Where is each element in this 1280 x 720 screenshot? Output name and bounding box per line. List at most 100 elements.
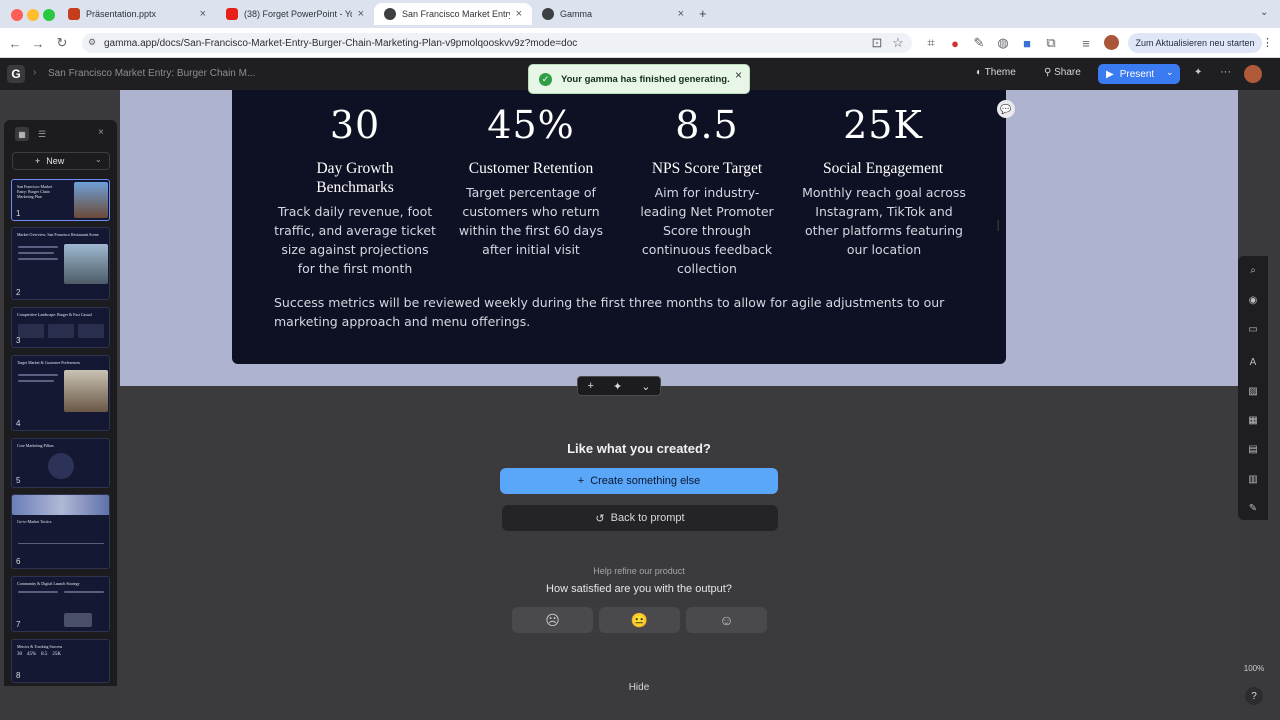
- theme-button[interactable]: ◐ Theme: [976, 67, 1016, 78]
- forward-arrow-icon[interactable]: →: [29, 34, 47, 52]
- close-tab-icon[interactable]: ×: [678, 8, 684, 20]
- canvas-lower-background: [120, 386, 1238, 720]
- zoom-level[interactable]: 100%: [1240, 664, 1268, 676]
- install-app-icon[interactable]: ⊡: [868, 34, 886, 52]
- neutral-face-button[interactable]: 😐: [599, 607, 680, 633]
- feedback-heading: Like what you created?: [567, 441, 711, 456]
- close-window-button[interactable]: [11, 9, 23, 21]
- update-restart-button[interactable]: Zum Aktualisieren neu starten: [1128, 33, 1262, 53]
- extensions-puzzle-icon[interactable]: ⧉: [1042, 34, 1060, 52]
- youtube-icon: [226, 8, 238, 20]
- metric-description: Monthly reach goal across Instagram, Tik…: [802, 185, 966, 257]
- history-icon: ↺: [595, 512, 605, 525]
- slide-thumbnail[interactable]: Core Marketing Pillars 5: [11, 438, 110, 488]
- sad-face-icon: ☹: [545, 611, 560, 628]
- list-view-icon[interactable]: ☰: [35, 127, 49, 141]
- timeline-line: [18, 543, 104, 544]
- metric-value: 8.5: [675, 103, 739, 147]
- table-icon[interactable]: ▦: [1246, 413, 1260, 427]
- text-line: [18, 246, 58, 248]
- slide-thumbnail[interactable]: Competitive Landscape: Burger & Fast Cas…: [11, 307, 110, 348]
- search-icon[interactable]: ⌕: [1246, 263, 1260, 277]
- create-something-else-button[interactable]: + Create something else: [500, 468, 778, 494]
- address-bar[interactable]: ⚙ gamma.app/docs/San-Francisco-Market-En…: [82, 33, 912, 53]
- metric-title: NPS Score Target: [651, 160, 763, 177]
- close-tab-icon[interactable]: ×: [200, 8, 206, 20]
- profile-avatar[interactable]: [1104, 35, 1119, 50]
- maximize-window-button[interactable]: [43, 9, 55, 21]
- metric-description: Aim for industry-leading Net Promoter Sc…: [640, 185, 774, 276]
- slide-thumbnail[interactable]: Metrics & Tracking Success 30 45% 8.5 25…: [11, 639, 110, 683]
- slide-thumbnail[interactable]: Go-to-Market Tactics 6: [11, 494, 110, 569]
- grid-view-icon[interactable]: ▦: [15, 127, 29, 141]
- happy-face-button[interactable]: ☺: [686, 607, 767, 633]
- slide-graphic: [48, 453, 74, 479]
- back-to-prompt-button[interactable]: ↺ Back to prompt: [502, 505, 778, 531]
- translate-extension-icon[interactable]: ◍: [994, 34, 1012, 52]
- slide-summary-text[interactable]: Success metrics will be reviewed weekly …: [274, 293, 974, 331]
- slide-thumbnail[interactable]: Community & Digital Launch Strategy 7: [11, 576, 110, 632]
- metric-title: Day Growth Benchmarks: [316, 160, 394, 196]
- more-options-icon[interactable]: ···: [1220, 66, 1231, 78]
- embed-icon[interactable]: ▤: [1246, 442, 1260, 456]
- metric-value: 30: [329, 103, 381, 147]
- card-layout-icon[interactable]: ▭: [1246, 322, 1260, 336]
- close-tab-icon[interactable]: ×: [358, 8, 364, 20]
- browser-tab-gamma-doc[interactable]: San Francisco Market Entry: B ×: [374, 3, 532, 25]
- text-line: [64, 591, 104, 593]
- text-style-icon[interactable]: A: [1246, 355, 1260, 369]
- slide-thumbnail[interactable]: San Francisco Market Entry: Burger Chain…: [11, 179, 110, 221]
- close-sidebar-icon[interactable]: ×: [98, 127, 104, 138]
- powerpoint-icon: [68, 8, 80, 20]
- back-arrow-icon[interactable]: ←: [6, 34, 24, 52]
- browser-tab-presentation[interactable]: Präsentation.pptx ×: [58, 3, 216, 25]
- tab-search-chevron-icon[interactable]: ⌄: [1260, 7, 1268, 18]
- metric-title: Customer Retention: [468, 160, 594, 177]
- plus-icon: +: [35, 156, 41, 166]
- ai-sparkle-icon[interactable]: ✦: [1194, 67, 1202, 78]
- add-card-icon[interactable]: +: [588, 380, 594, 392]
- slide-image: [64, 244, 108, 284]
- hide-button[interactable]: Hide: [600, 682, 678, 693]
- chevron-down-icon[interactable]: ⌄: [641, 380, 650, 393]
- browser-tab-gamma[interactable]: Gamma ×: [532, 3, 694, 25]
- present-options-chevron-icon[interactable]: ⌄: [1166, 67, 1174, 78]
- screenshot-extension-icon[interactable]: ⌗: [922, 34, 940, 52]
- reload-icon[interactable]: ↻: [53, 34, 71, 52]
- help-button[interactable]: ?: [1245, 687, 1263, 705]
- browser-tab-youtube[interactable]: (38) Forget PowerPoint - You ×: [216, 3, 374, 25]
- image-icon[interactable]: ▨: [1246, 384, 1260, 398]
- minimize-window-button[interactable]: [27, 9, 39, 21]
- slide-image: [74, 182, 108, 218]
- site-info-icon[interactable]: ⚙: [88, 37, 96, 48]
- extension-icon[interactable]: ■: [1018, 34, 1036, 52]
- sad-face-button[interactable]: ☹: [512, 607, 593, 633]
- pen-extension-icon[interactable]: ✎: [970, 34, 988, 52]
- slide-thumbnail[interactable]: Target Market & Customer Preferences 4: [11, 355, 110, 431]
- slide-image: [12, 495, 109, 515]
- text-line: [18, 252, 54, 254]
- chevron-down-icon[interactable]: ⌄: [95, 155, 102, 164]
- chevron-right-icon: ›: [33, 67, 37, 78]
- card-block: [48, 324, 74, 338]
- new-tab-button[interactable]: +: [699, 6, 707, 21]
- comment-icon[interactable]: 💬: [997, 100, 1015, 118]
- bookmark-star-icon[interactable]: ☆: [889, 34, 907, 52]
- metric-value: 45%: [487, 103, 575, 147]
- chart-icon[interactable]: ▥: [1246, 472, 1260, 486]
- close-icon[interactable]: ×: [735, 68, 742, 82]
- document-title[interactable]: San Francisco Market Entry: Burger Chain…: [48, 68, 255, 79]
- satisfaction-question: How satisfied are you with the output?: [546, 583, 732, 595]
- reading-list-icon[interactable]: ≡: [1077, 34, 1095, 52]
- edit-pencil-icon[interactable]: ✎: [1246, 501, 1260, 515]
- ai-edit-icon[interactable]: ✦: [613, 380, 622, 393]
- text-line: [18, 380, 54, 382]
- close-tab-icon[interactable]: ×: [516, 8, 522, 20]
- gamma-logo-icon[interactable]: G: [7, 65, 25, 83]
- adblock-extension-icon[interactable]: ●: [946, 34, 964, 52]
- slide-thumbnail[interactable]: Market Overview: San Francisco Restauran…: [11, 227, 110, 300]
- user-avatar[interactable]: [1244, 65, 1262, 83]
- component-library-icon[interactable]: ◉: [1246, 293, 1260, 307]
- share-button[interactable]: ⚲ Share: [1044, 67, 1081, 78]
- browser-menu-icon[interactable]: ⋮: [1262, 36, 1273, 49]
